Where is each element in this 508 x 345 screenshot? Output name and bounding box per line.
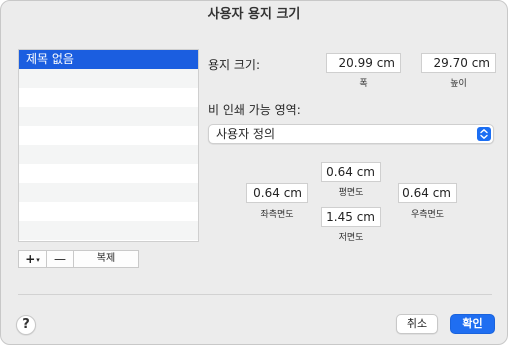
paper-height-caption: 높이 — [450, 79, 467, 89]
help-button[interactable]: ? — [16, 315, 36, 335]
bottom-margin-field[interactable]: 1.45 cm — [321, 207, 381, 227]
empty-list-row — [19, 145, 198, 164]
plus-icon: + — [25, 252, 36, 266]
up-down-chevron-icon — [477, 127, 491, 141]
dialog-title: 사용자 용지 크기 — [207, 7, 301, 22]
empty-list-row — [19, 69, 198, 88]
duplicate-paper-button[interactable]: 복제 — [74, 251, 138, 267]
empty-list-row — [19, 126, 198, 145]
paper-height-field[interactable]: 29.70 cm — [421, 53, 496, 73]
empty-list-row — [19, 202, 198, 221]
empty-list-row — [19, 183, 198, 202]
empty-list-row — [19, 164, 198, 183]
top-margin-field[interactable]: 0.64 cm — [321, 162, 381, 182]
footer-divider — [18, 294, 492, 295]
list-toolbar: +▾ — 복제 — [18, 250, 139, 268]
select-value: 사용자 정의 — [216, 127, 276, 141]
paper-width-field[interactable]: 20.99 cm — [326, 53, 401, 73]
left-margin-field[interactable]: 0.64 cm — [246, 183, 308, 203]
top-margin-caption: 평면도 — [338, 188, 364, 198]
chevron-down-icon: ▾ — [36, 256, 40, 264]
left-margin-caption: 좌측면도 — [260, 210, 294, 220]
add-paper-button[interactable]: +▾ — [19, 251, 47, 267]
non-printable-area-select[interactable]: 사용자 정의 — [208, 124, 494, 144]
right-margin-field[interactable]: 0.64 cm — [398, 183, 457, 203]
list-item[interactable]: 제목 없음 — [19, 50, 198, 69]
non-printable-area-label: 비 인쇄 가능 영역: — [208, 103, 301, 117]
cancel-button[interactable]: 취소 — [396, 314, 438, 334]
empty-list-row — [19, 107, 198, 126]
empty-list-row — [19, 88, 198, 107]
custom-paper-size-dialog: 사용자 용지 크기 제목 없음 +▾ — 복제 용지 크기: 20.99 cm … — [0, 0, 508, 345]
empty-list-row — [19, 221, 198, 240]
ok-button[interactable]: 확인 — [450, 314, 495, 334]
paper-size-list[interactable]: 제목 없음 — [18, 49, 199, 242]
paper-width-caption: 폭 — [359, 79, 368, 89]
paper-size-label: 용지 크기: — [208, 58, 261, 72]
right-margin-caption: 우측면도 — [410, 210, 445, 220]
bottom-margin-caption: 저면도 — [338, 233, 364, 243]
remove-paper-button[interactable]: — — [47, 251, 74, 267]
